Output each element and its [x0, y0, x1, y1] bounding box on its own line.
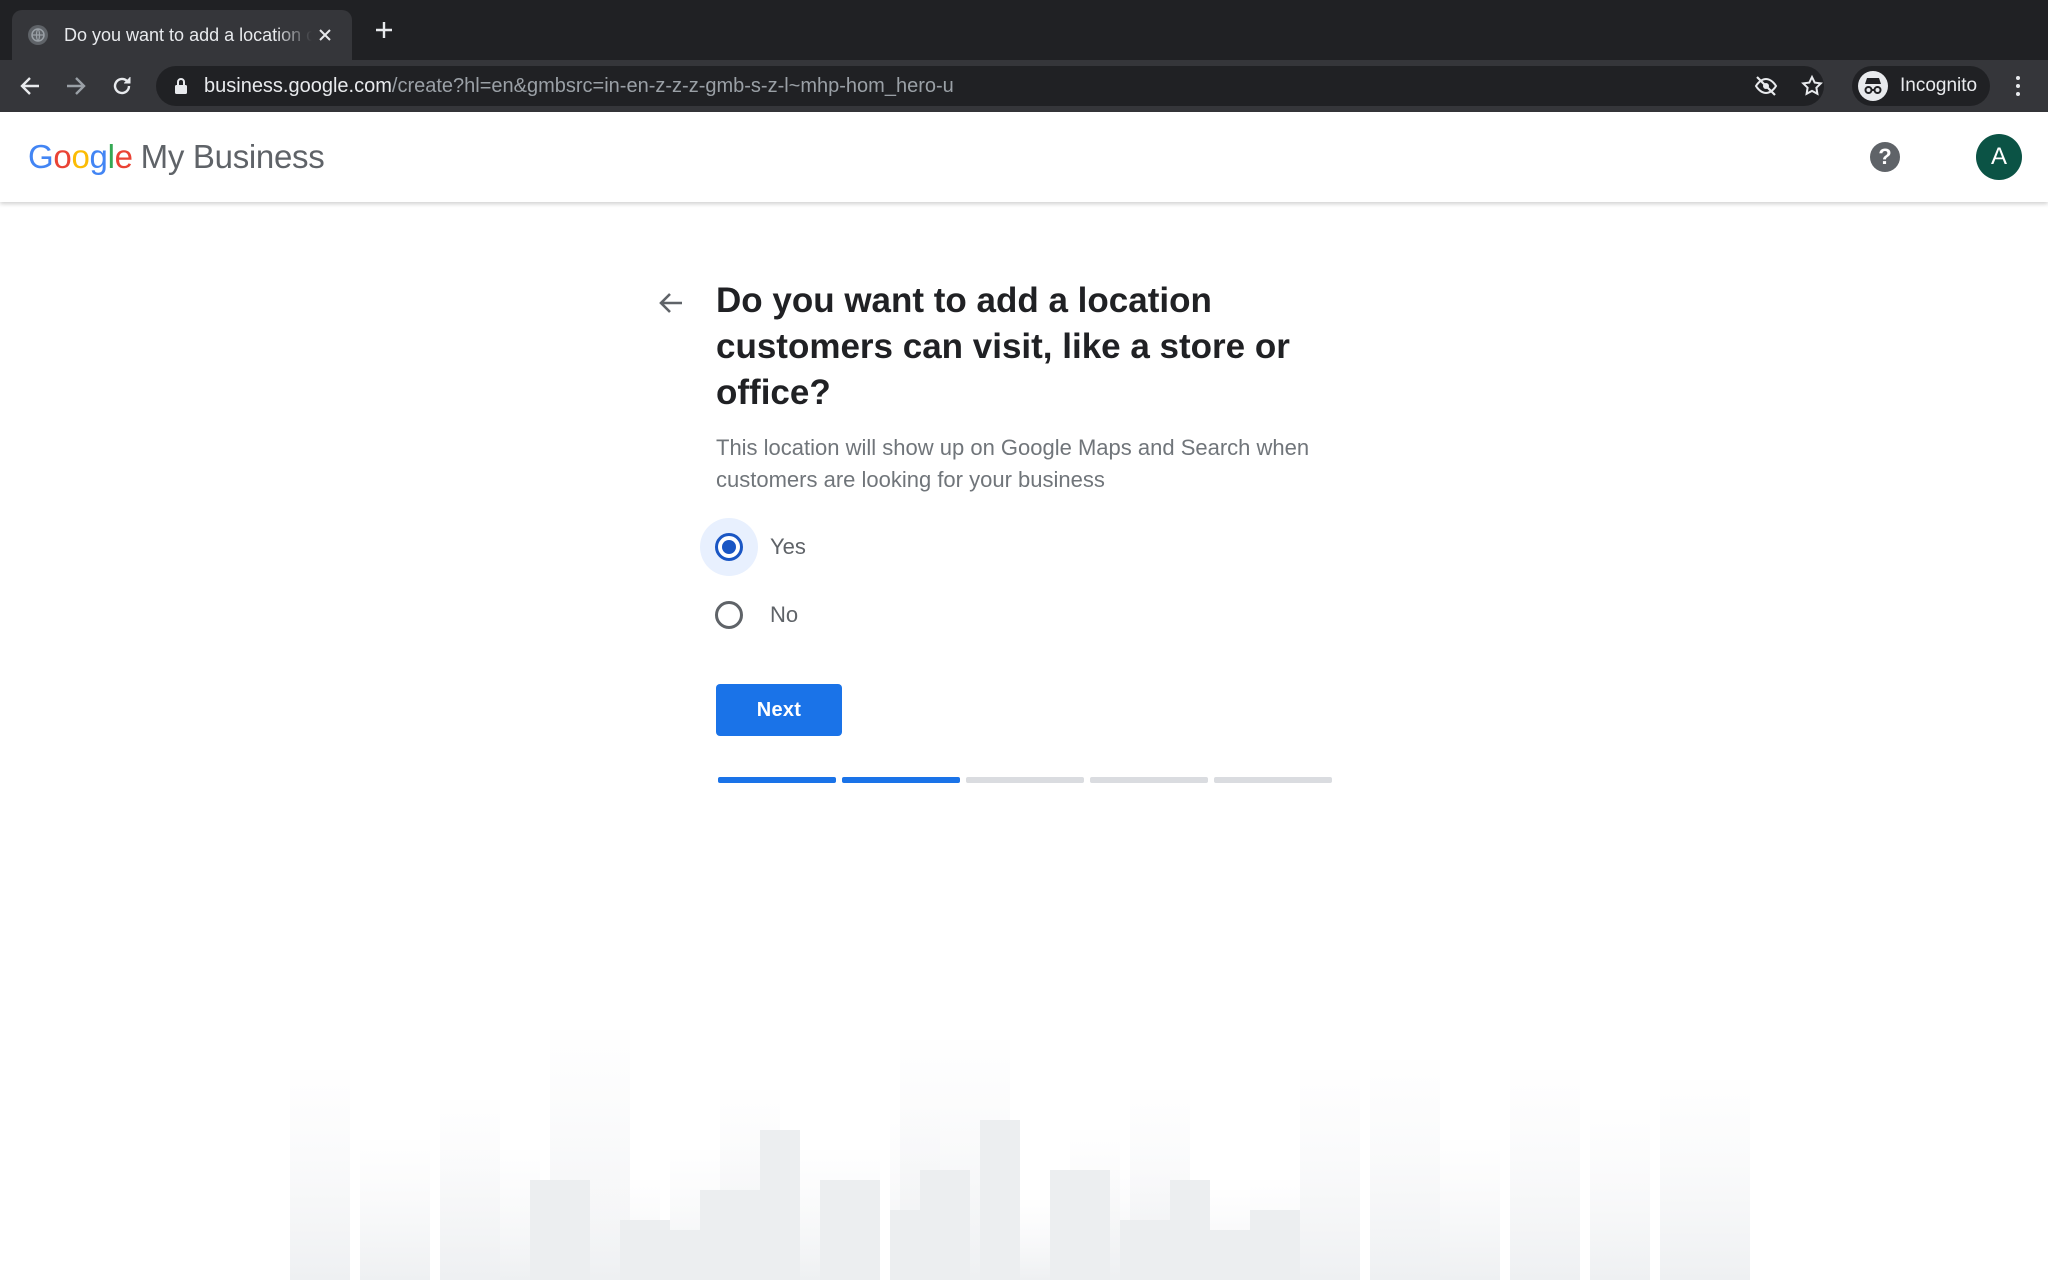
address-bar[interactable]: business.google.com/create?hl=en&gmbsrc=…: [156, 66, 1824, 106]
radio-option-no[interactable]: No: [700, 586, 798, 644]
arrow-left-icon[interactable]: [14, 70, 46, 102]
incognito-profile-button[interactable]: Incognito: [1852, 66, 1990, 106]
lock-icon[interactable]: [170, 75, 192, 97]
progress-indicator: [718, 777, 1332, 783]
arrow-right-icon[interactable]: [60, 70, 92, 102]
radio-option-yes[interactable]: Yes: [700, 518, 806, 576]
page-description: This location will show up on Google Map…: [716, 435, 1310, 492]
arrow-left-icon[interactable]: [656, 288, 686, 318]
progress-segment: [842, 777, 960, 783]
kebab-menu-icon[interactable]: [2004, 70, 2032, 102]
city-skyline-illustration: [290, 1030, 1750, 1280]
eye-off-icon[interactable]: [1754, 74, 1778, 98]
incognito-icon: [1858, 71, 1888, 101]
progress-segment: [966, 777, 1084, 783]
url-path: /create?hl=en&gmbsrc=in-en-z-z-z-gmb-s-z…: [391, 74, 954, 97]
radio-button-yes[interactable]: [715, 533, 743, 561]
url-text: business.google.com/create?hl=en&gmbsrc=…: [204, 75, 954, 98]
radio-halo: [700, 518, 758, 576]
close-icon[interactable]: [314, 24, 336, 46]
radio-label-yes: Yes: [770, 534, 806, 559]
browser-tab-strip: Do you want to add a location customers …: [0, 0, 2048, 60]
browser-toolbar: business.google.com/create?hl=en&gmbsrc=…: [0, 60, 2048, 112]
page-title: Do you want to add a location customers …: [716, 281, 1290, 412]
tab-title: Do you want to add a location customers …: [64, 24, 312, 45]
next-button[interactable]: Next: [716, 684, 842, 736]
star-icon[interactable]: [1800, 74, 1824, 98]
radio-button-no[interactable]: [715, 601, 743, 629]
radio-halo: [700, 586, 758, 644]
help-circle-icon[interactable]: ?: [1870, 142, 1900, 172]
app-header: Google My Business ? A: [0, 112, 2048, 202]
account-avatar[interactable]: A: [1976, 134, 2022, 180]
url-host: business.google.com: [204, 74, 392, 97]
radio-label-no: No: [770, 602, 799, 627]
incognito-label: Incognito: [1900, 75, 1978, 96]
reload-icon[interactable]: [106, 70, 138, 102]
google-my-business-logo[interactable]: Google My Business: [28, 138, 325, 176]
product-name: My Business: [140, 138, 325, 175]
plus-icon[interactable]: [370, 18, 398, 46]
progress-segment: [718, 777, 836, 783]
progress-segment: [1214, 777, 1332, 783]
browser-tab[interactable]: Do you want to add a location customers …: [12, 10, 352, 60]
progress-segment: [1090, 777, 1208, 783]
globe-icon: [28, 25, 48, 45]
